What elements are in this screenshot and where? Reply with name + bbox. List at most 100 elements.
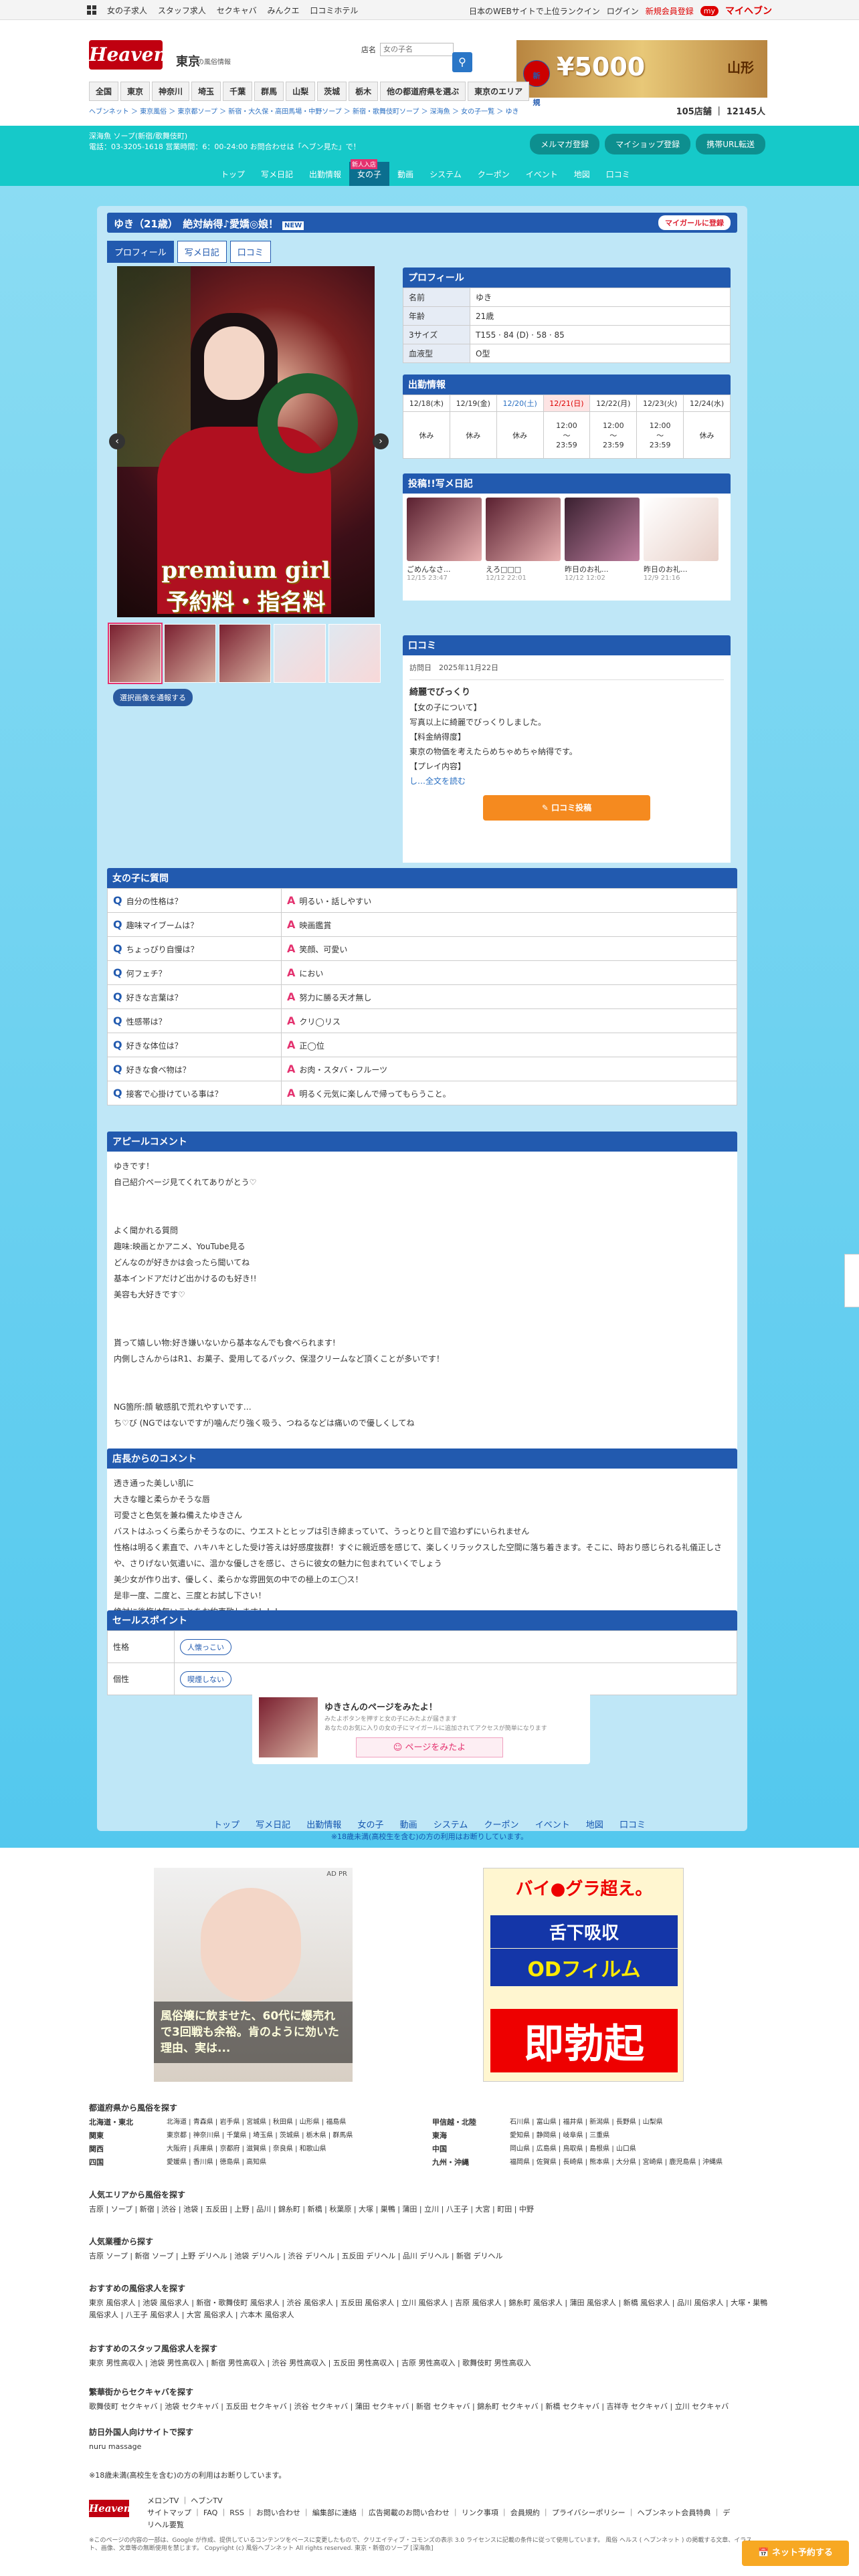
- login-link[interactable]: ログイン: [607, 5, 639, 17]
- diary-list: ごめんなさ... 12/15 23:47 えろ□□□ 12/12 22:01 昨日の…: [403, 494, 731, 601]
- qa-answer: お肉・スタバ・フルーツ: [299, 1065, 388, 1075]
- ad-banner-left[interactable]: AD PR 風俗嬢に飲ませた、60代に爆売れで3回戦も余裕。肯のように効いた理由…: [154, 1868, 353, 2082]
- diary-item[interactable]: 昨日のお礼... 12/9 21:16: [644, 498, 719, 597]
- bottom-nav-link[interactable]: 写メ日記: [256, 1820, 290, 1830]
- side-share-icons[interactable]: [844, 1254, 859, 1307]
- tab-photo-diary[interactable]: 写メ日記: [177, 241, 227, 263]
- register-link[interactable]: 新規会員登録: [646, 5, 694, 17]
- diary-item[interactable]: ごめんなさ... 12/15 23:47: [407, 498, 482, 597]
- pref-tab[interactable]: 群馬: [254, 82, 284, 101]
- add-mygirl-button[interactable]: マイガールに登録: [658, 215, 731, 230]
- tab-system[interactable]: システム: [421, 162, 470, 187]
- diary-item[interactable]: 昨日のお礼... 12/12 12:02: [565, 498, 640, 597]
- tab-video[interactable]: 動画: [389, 162, 421, 187]
- section-links[interactable]: 東京 男性高収入 | 池袋 男性高収入 | 新宿 男性高収入 | 渋谷 男性高収…: [89, 2357, 771, 2369]
- bottom-nav-link[interactable]: 口コミ: [619, 1820, 646, 1830]
- region-prefs[interactable]: 福岡県 | 佐賀県 | 長崎県 | 熊本県 | 大分県 | 宮崎県 | 鹿児島県…: [510, 2157, 771, 2169]
- top-link[interactable]: 口コミホテル: [310, 6, 358, 15]
- pref-tab[interactable]: 神奈川: [152, 82, 190, 101]
- pref-tab[interactable]: 山梨: [286, 82, 316, 101]
- region-name: 東海: [432, 2131, 447, 2140]
- tab-coupon[interactable]: クーポン: [470, 162, 518, 187]
- site-logo[interactable]: Heaven: [89, 40, 167, 70]
- main-photo[interactable]: premium girl 予約料・指名料: [117, 266, 375, 617]
- footer-logo[interactable]: Heaven: [89, 2500, 131, 2517]
- search-input[interactable]: [380, 43, 454, 56]
- pref-tab[interactable]: 他の都道府県を選ぶ: [380, 82, 466, 101]
- girl-title: ゆき（21歳） 絶対納得♪愛嬌◎娘！: [114, 218, 279, 230]
- bottom-nav-link[interactable]: 動画: [400, 1820, 417, 1830]
- bottom-nav-link[interactable]: 女の子: [357, 1820, 383, 1830]
- thumbnail[interactable]: [108, 623, 163, 684]
- bottom-nav-link[interactable]: イベント: [535, 1820, 570, 1830]
- top-link[interactable]: スタッフ求人: [158, 6, 206, 15]
- section-links[interactable]: 歌舞伎町 セクキャバ | 池袋 セクキャバ | 五反田 セクキャバ | 渋谷 セ…: [89, 2401, 771, 2413]
- tab-schedule[interactable]: 出勤情報: [301, 162, 349, 187]
- top-link[interactable]: 女の子求人: [107, 6, 147, 15]
- pref-tab[interactable]: 東京: [120, 82, 151, 101]
- pref-tab[interactable]: 全国: [89, 82, 119, 101]
- tab-diary[interactable]: 写メ日記: [253, 162, 301, 187]
- search-button[interactable]: ⚲: [452, 52, 472, 72]
- tab-review[interactable]: 口コミ: [598, 162, 638, 187]
- bottom-nav-link[interactable]: システム: [434, 1820, 468, 1830]
- tab-profile[interactable]: プロフィール: [107, 241, 174, 263]
- profile-table: 名前 ゆき 年齢 21歳 3サイズ T155 · 84 (D) · 58 · 85 血…: [403, 288, 731, 363]
- region-prefs[interactable]: 大阪府 | 兵庫県 | 京都府 | 滋賀県 | 奈良県 | 和歌山県: [167, 2143, 428, 2155]
- apps-grid-icon[interactable]: [87, 5, 96, 15]
- mailmag-button[interactable]: メルマガ登録: [530, 134, 600, 154]
- tab-girls[interactable]: 新人入店 女の子: [349, 159, 390, 187]
- report-image-button[interactable]: 選択画像を通報する: [113, 689, 193, 706]
- shop-info: 深海魚 ソープ(新宿/歌舞伎町) 電話：03-3205-1618 営業時間：6：…: [89, 131, 361, 152]
- top-banner[interactable]: 新規 ¥5000 山形: [516, 40, 767, 107]
- ad-banner-right[interactable]: バイ●グラ超え。 舌下吸収 ODフィルム 即勃起: [483, 1868, 684, 2082]
- review-read-more[interactable]: し…全文を読む: [409, 774, 724, 788]
- region-prefs[interactable]: 東京都 | 神奈川県 | 千葉県 | 埼玉県 | 茨城県 | 栃木県 | 群馬県: [167, 2130, 428, 2142]
- section-links[interactable]: 吉原 | ソープ | 新宿 | 渋谷 | 池袋 | 五反田 | 上野 | 品川 …: [89, 2204, 771, 2216]
- top-link[interactable]: みんクエ: [268, 6, 300, 15]
- region-prefs[interactable]: 岡山県 | 広島県 | 鳥取県 | 島根県 | 山口県: [510, 2143, 771, 2155]
- region-prefs[interactable]: 愛媛県 | 香川県 | 徳島県 | 高知県: [167, 2157, 428, 2169]
- pref-tab[interactable]: 埼玉: [191, 82, 221, 101]
- tab-event[interactable]: イベント: [518, 162, 566, 187]
- section-links[interactable]: nuru massage: [89, 2441, 771, 2453]
- pref-tab[interactable]: 栃木: [349, 82, 379, 101]
- new-label: NEW: [282, 221, 304, 230]
- bottom-nav-link[interactable]: 地図: [586, 1820, 603, 1830]
- pref-tab[interactable]: 千葉: [223, 82, 253, 101]
- mitayo-button[interactable]: ☺ ページをみたよ: [356, 1737, 503, 1757]
- pref-tab[interactable]: 茨城: [317, 82, 347, 101]
- next-arrow-icon[interactable]: ›: [373, 433, 389, 449]
- net-reserve-button[interactable]: 📅 ネット予約する: [742, 2541, 849, 2566]
- footer-site-links[interactable]: サイトマップ ｜ FAQ ｜ RSS ｜ お問い合わせ ｜ 編集部に連絡 ｜ 広…: [147, 2507, 736, 2531]
- top-link[interactable]: セクキャバ: [217, 6, 257, 15]
- footer-tv-links[interactable]: メロンTV ｜ ヘブンTV: [147, 2495, 736, 2507]
- mobile-url-button[interactable]: 携帯URL転送: [696, 134, 765, 154]
- region-prefs[interactable]: 愛知県 | 静岡県 | 岐阜県 | 三重県: [510, 2130, 771, 2142]
- tab-girls-label: 女の子: [357, 170, 382, 179]
- section-title: おすすめのスタッフ風俗求人を探す: [89, 2344, 218, 2353]
- section-links[interactable]: 東京 風俗求人 | 池袋 風俗求人 | 新宿・歌舞伎町 風俗求人 | 渋谷 風俗…: [89, 2297, 771, 2321]
- thumbnail[interactable]: [274, 624, 326, 683]
- bottom-nav-link[interactable]: クーポン: [484, 1820, 519, 1830]
- bottom-nav-link[interactable]: 出勤情報: [306, 1820, 341, 1830]
- breadcrumb[interactable]: ヘブンネット ＞ 東京風俗 ＞ 東京都ソープ ＞ 新宿・大久保・高田馬場・中野ソ…: [89, 106, 519, 116]
- diary-item[interactable]: えろ□□□ 12/12 22:01: [486, 498, 561, 597]
- thumbnail[interactable]: [219, 624, 271, 683]
- tab-reviews[interactable]: 口コミ: [229, 241, 271, 263]
- ranking-link[interactable]: 日本のWEBサイトで上位ランクイン: [469, 5, 600, 17]
- popular-area-section: 人気エリアから風俗を探す 吉原 | ソープ | 新宿 | 渋谷 | 池袋 | 五…: [89, 2189, 771, 2216]
- tab-map[interactable]: 地図: [566, 162, 598, 187]
- prev-arrow-icon[interactable]: ‹: [109, 433, 125, 449]
- post-review-button[interactable]: ✎ 口コミ投稿: [483, 795, 650, 821]
- section-links[interactable]: 吉原 ソープ | 新宿 ソープ | 上野 デリヘル | 池袋 デリヘル | 渋谷…: [89, 2250, 771, 2262]
- region-prefs[interactable]: 石川県 | 富山県 | 福井県 | 新潟県 | 長野県 | 山梨県: [510, 2117, 771, 2129]
- tab-top[interactable]: トップ: [213, 162, 253, 187]
- pref-tab[interactable]: 東京のエリア: [468, 82, 530, 101]
- region-prefs[interactable]: 北海道 | 青森県 | 岩手県 | 宮城県 | 秋田県 | 山形県 | 福島県: [167, 2117, 428, 2129]
- my-heaven-link[interactable]: マイヘブン: [725, 4, 772, 17]
- thumbnail[interactable]: [164, 624, 216, 683]
- myshop-button[interactable]: マイショップ登録: [605, 134, 691, 154]
- thumbnail[interactable]: [328, 624, 381, 683]
- bottom-nav-link[interactable]: トップ: [213, 1820, 240, 1830]
